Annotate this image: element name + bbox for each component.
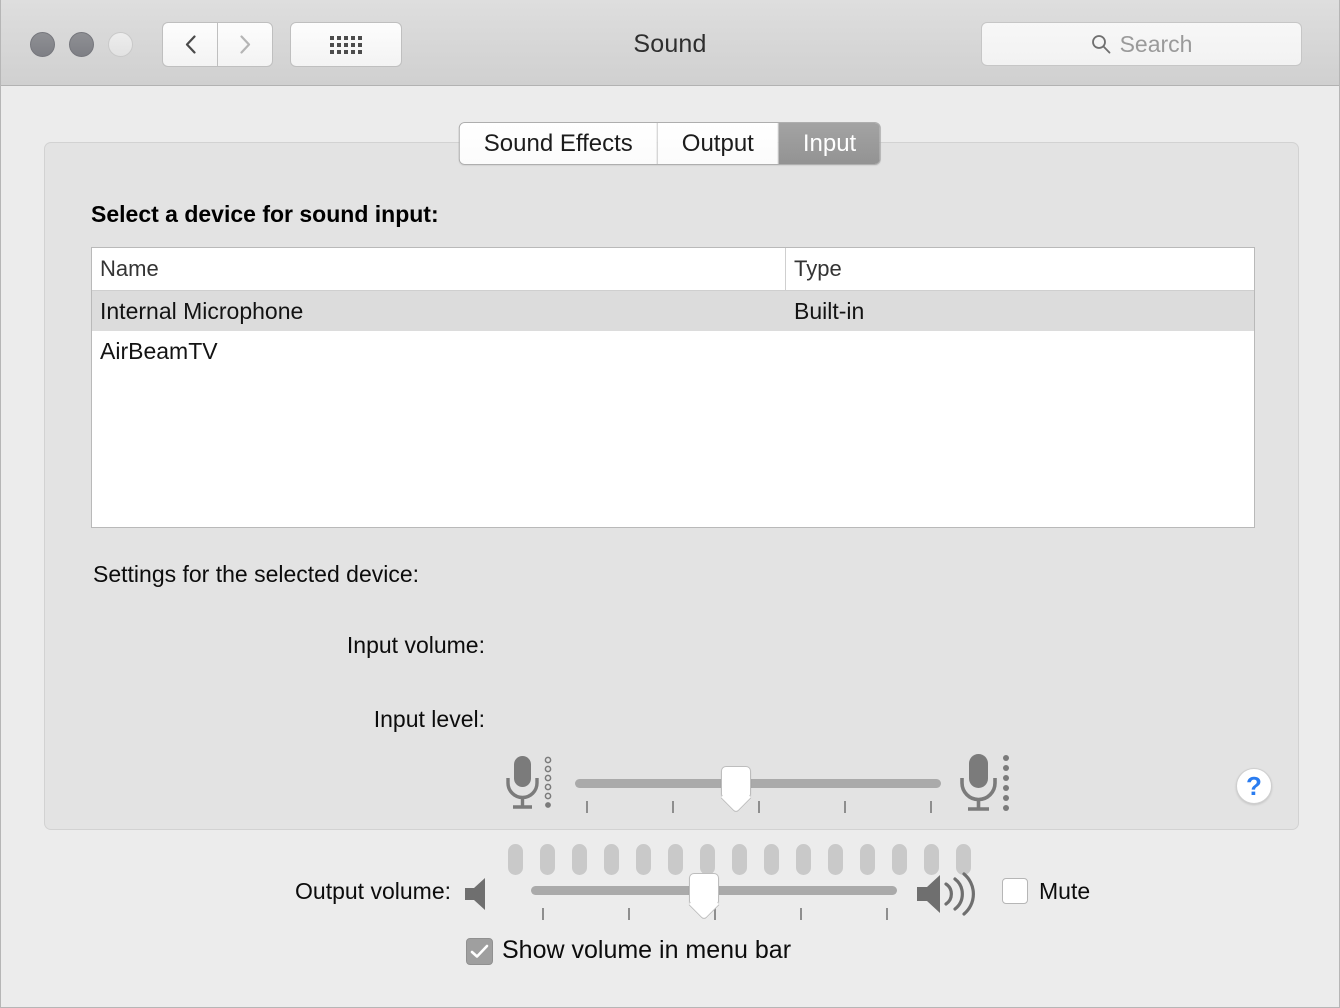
search-placeholder: Search (1120, 31, 1193, 58)
tab-output[interactable]: Output (658, 123, 779, 164)
device-table[interactable]: Name Type Internal Microphone Built-in A… (91, 247, 1255, 528)
device-name: AirBeamTV (92, 331, 786, 371)
microphone-low-icon (504, 754, 556, 817)
level-segment (924, 844, 939, 875)
level-segment (732, 844, 747, 875)
window-titlebar: Sound Search (1, 0, 1339, 86)
input-level-label: Input level: (225, 706, 485, 733)
device-type (786, 331, 1254, 371)
device-name: Internal Microphone (92, 291, 786, 331)
table-row[interactable]: Internal Microphone Built-in (92, 291, 1254, 331)
search-field[interactable]: Search (981, 22, 1302, 66)
input-settings-panel: Select a device for sound input: Name Ty… (44, 142, 1299, 830)
microphone-high-icon (959, 752, 1013, 819)
column-header-type[interactable]: Type (786, 248, 1254, 290)
search-icon (1091, 34, 1111, 54)
input-volume-label: Input volume: (225, 632, 485, 659)
level-segment (572, 844, 587, 875)
level-segment (828, 844, 843, 875)
tab-input[interactable]: Input (779, 123, 880, 164)
level-segment (700, 844, 715, 875)
level-segment (508, 844, 523, 875)
checkmark-icon (470, 944, 489, 959)
speaker-mute-icon (463, 876, 498, 917)
slider-track (575, 779, 941, 788)
show-volume-in-menu-bar-checkbox[interactable] (466, 938, 493, 965)
table-row[interactable]: AirBeamTV (92, 331, 1254, 371)
level-segment (764, 844, 779, 875)
level-segment (796, 844, 811, 875)
speaker-loud-icon (915, 872, 983, 921)
level-segment (636, 844, 651, 875)
device-type: Built-in (786, 291, 1254, 331)
tab-sound-effects[interactable]: Sound Effects (460, 123, 658, 164)
help-button[interactable]: ? (1236, 768, 1272, 804)
slider-ticks (575, 801, 941, 813)
table-header-row: Name Type (92, 248, 1254, 291)
output-volume-label: Output volume: (161, 878, 451, 905)
tab-bar: Sound Effects Output Input (459, 122, 881, 165)
level-segment (604, 844, 619, 875)
level-segment (860, 844, 875, 875)
panel-heading: Select a device for sound input: (91, 201, 439, 228)
show-volume-in-menu-bar-label: Show volume in menu bar (502, 936, 791, 965)
slider-thumb[interactable] (689, 873, 719, 904)
column-header-name[interactable]: Name (92, 248, 786, 290)
sound-preferences-window: Sound Search Sound Effects Output Input … (0, 0, 1340, 1008)
level-segment (892, 844, 907, 875)
help-question-icon: ? (1246, 771, 1262, 802)
level-segment (540, 844, 555, 875)
level-segment (668, 844, 683, 875)
input-level-meter (508, 844, 971, 875)
slider-thumb[interactable] (721, 766, 751, 797)
level-segment (956, 844, 971, 875)
mute-label: Mute (1039, 878, 1090, 905)
settings-heading: Settings for the selected device: (93, 561, 419, 588)
mute-checkbox[interactable] (1002, 878, 1028, 904)
